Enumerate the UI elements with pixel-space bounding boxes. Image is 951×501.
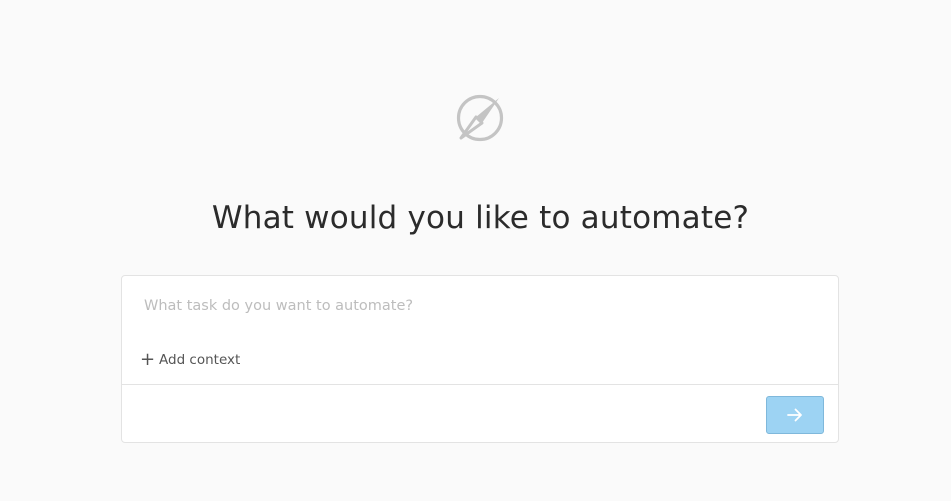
divider	[122, 384, 838, 385]
page-title: What would you like to automate?	[211, 200, 750, 236]
submit-button[interactable]	[766, 396, 824, 434]
add-context-label: Add context	[159, 352, 241, 368]
arrow-right-icon	[787, 408, 803, 422]
add-context-button[interactable]: + Add context	[140, 350, 240, 370]
task-input[interactable]	[144, 294, 804, 318]
compass-icon	[455, 94, 505, 144]
plus-icon: +	[140, 349, 156, 370]
task-composer: + Add context	[121, 275, 839, 443]
